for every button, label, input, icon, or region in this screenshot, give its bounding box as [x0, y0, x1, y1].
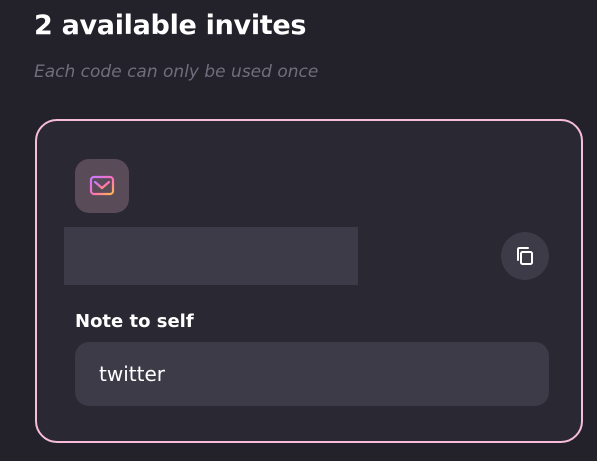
- note-input-value: twitter: [99, 362, 165, 386]
- invite-code-field[interactable]: [64, 227, 358, 285]
- note-input[interactable]: twitter: [75, 342, 549, 406]
- copy-icon: [517, 247, 533, 265]
- copy-button[interactable]: [501, 232, 549, 280]
- page-title: 2 available invites: [34, 10, 307, 41]
- note-label: Note to self: [75, 311, 194, 332]
- page-subtitle: Each code can only be used once: [34, 62, 319, 82]
- mail-icon: [75, 159, 129, 213]
- invite-card: Note to self twitter: [35, 119, 583, 443]
